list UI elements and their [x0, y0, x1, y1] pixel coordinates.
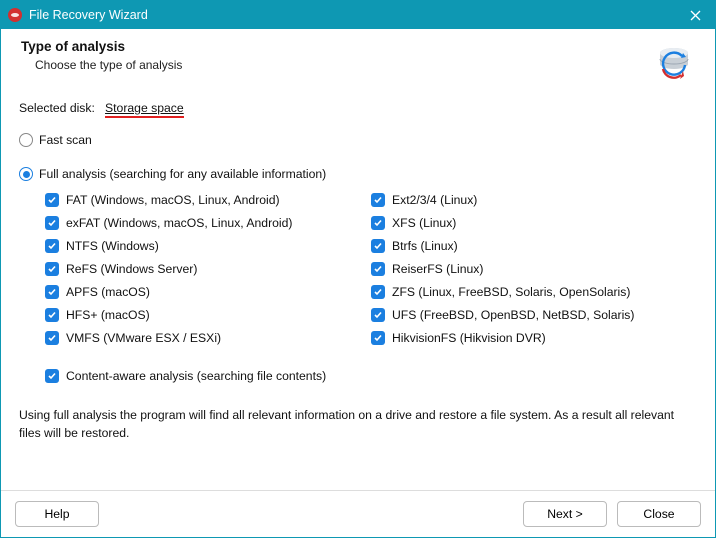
fs-checkbox-xfs[interactable]: XFS (Linux): [371, 216, 697, 230]
window-title: File Recovery Wizard: [29, 8, 675, 22]
fs-checkbox-btrfs[interactable]: Btrfs (Linux): [371, 239, 697, 253]
checkbox-icon: [45, 308, 59, 322]
fs-label: HikvisionFS (Hikvision DVR): [392, 331, 546, 345]
checkbox-icon: [371, 193, 385, 207]
page-subtitle: Choose the type of analysis: [35, 58, 653, 72]
selected-disk-label: Selected disk:: [19, 101, 95, 115]
fs-checkbox-vmfs[interactable]: VMFS (VMware ESX / ESXi): [45, 331, 371, 345]
filesystem-col-left: FAT (Windows, macOS, Linux, Android) exF…: [45, 193, 371, 345]
fs-label: exFAT (Windows, macOS, Linux, Android): [66, 216, 292, 230]
content-aware-checkbox[interactable]: Content-aware analysis (searching file c…: [45, 369, 697, 383]
description-text: Using full analysis the program will fin…: [19, 407, 697, 442]
radio-icon: [19, 133, 33, 147]
page-title: Type of analysis: [21, 39, 653, 54]
checkbox-icon: [45, 331, 59, 345]
fs-checkbox-refs[interactable]: ReFS (Windows Server): [45, 262, 371, 276]
selected-disk-line: Selected disk: Storage space: [19, 101, 697, 115]
fs-label: Ext2/3/4 (Linux): [392, 193, 477, 207]
close-button[interactable]: Close: [617, 501, 701, 527]
checkbox-icon: [45, 216, 59, 230]
checkbox-icon: [45, 239, 59, 253]
full-analysis-radio[interactable]: Full analysis (searching for any availab…: [19, 167, 697, 181]
fs-label: NTFS (Windows): [66, 239, 159, 253]
checkbox-icon: [371, 239, 385, 253]
fs-label: FAT (Windows, macOS, Linux, Android): [66, 193, 280, 207]
checkbox-icon: [371, 262, 385, 276]
fs-checkbox-reiserfs[interactable]: ReiserFS (Linux): [371, 262, 697, 276]
fs-label: XFS (Linux): [392, 216, 456, 230]
wizard-window: File Recovery Wizard Type of analysis Ch…: [0, 0, 716, 538]
recovery-logo-icon: [653, 39, 695, 81]
fs-label: ReiserFS (Linux): [392, 262, 483, 276]
checkbox-icon: [45, 193, 59, 207]
checkbox-icon: [45, 369, 59, 383]
fs-checkbox-ufs[interactable]: UFS (FreeBSD, OpenBSD, NetBSD, Solaris): [371, 308, 697, 322]
wizard-footer: Help Next > Close: [1, 490, 715, 537]
fs-label: APFS (macOS): [66, 285, 150, 299]
checkbox-icon: [371, 216, 385, 230]
filesystem-col-right: Ext2/3/4 (Linux) XFS (Linux) Btrfs (Linu…: [371, 193, 697, 345]
filesystem-grid: FAT (Windows, macOS, Linux, Android) exF…: [45, 193, 697, 345]
checkbox-icon: [371, 285, 385, 299]
fs-checkbox-hikvisionfs[interactable]: HikvisionFS (Hikvision DVR): [371, 331, 697, 345]
fs-checkbox-apfs[interactable]: APFS (macOS): [45, 285, 371, 299]
fs-checkbox-fat[interactable]: FAT (Windows, macOS, Linux, Android): [45, 193, 371, 207]
fs-label: HFS+ (macOS): [66, 308, 150, 322]
checkbox-icon: [371, 308, 385, 322]
full-analysis-label: Full analysis (searching for any availab…: [39, 167, 326, 181]
checkbox-icon: [45, 262, 59, 276]
wizard-header: Type of analysis Choose the type of anal…: [1, 29, 715, 91]
fs-label: ZFS (Linux, FreeBSD, Solaris, OpenSolari…: [392, 285, 630, 299]
app-icon: [7, 7, 23, 23]
fs-label: ReFS (Windows Server): [66, 262, 197, 276]
help-button[interactable]: Help: [15, 501, 99, 527]
fs-label: UFS (FreeBSD, OpenBSD, NetBSD, Solaris): [392, 308, 634, 322]
selected-disk-link[interactable]: Storage space: [105, 101, 184, 118]
close-icon[interactable]: [675, 1, 715, 29]
checkbox-icon: [371, 331, 385, 345]
wizard-body: Selected disk: Storage space Fast scan F…: [1, 91, 715, 490]
radio-icon: [19, 167, 33, 181]
fs-label: VMFS (VMware ESX / ESXi): [66, 331, 221, 345]
fs-checkbox-hfsplus[interactable]: HFS+ (macOS): [45, 308, 371, 322]
fast-scan-label: Fast scan: [39, 133, 92, 147]
content-aware-label: Content-aware analysis (searching file c…: [66, 369, 326, 383]
fs-checkbox-ext[interactable]: Ext2/3/4 (Linux): [371, 193, 697, 207]
checkbox-icon: [45, 285, 59, 299]
fast-scan-radio[interactable]: Fast scan: [19, 133, 697, 147]
next-button[interactable]: Next >: [523, 501, 607, 527]
titlebar: File Recovery Wizard: [1, 1, 715, 29]
fs-label: Btrfs (Linux): [392, 239, 458, 253]
header-text: Type of analysis Choose the type of anal…: [21, 39, 653, 81]
fs-checkbox-ntfs[interactable]: NTFS (Windows): [45, 239, 371, 253]
fs-checkbox-exfat[interactable]: exFAT (Windows, macOS, Linux, Android): [45, 216, 371, 230]
fs-checkbox-zfs[interactable]: ZFS (Linux, FreeBSD, Solaris, OpenSolari…: [371, 285, 697, 299]
